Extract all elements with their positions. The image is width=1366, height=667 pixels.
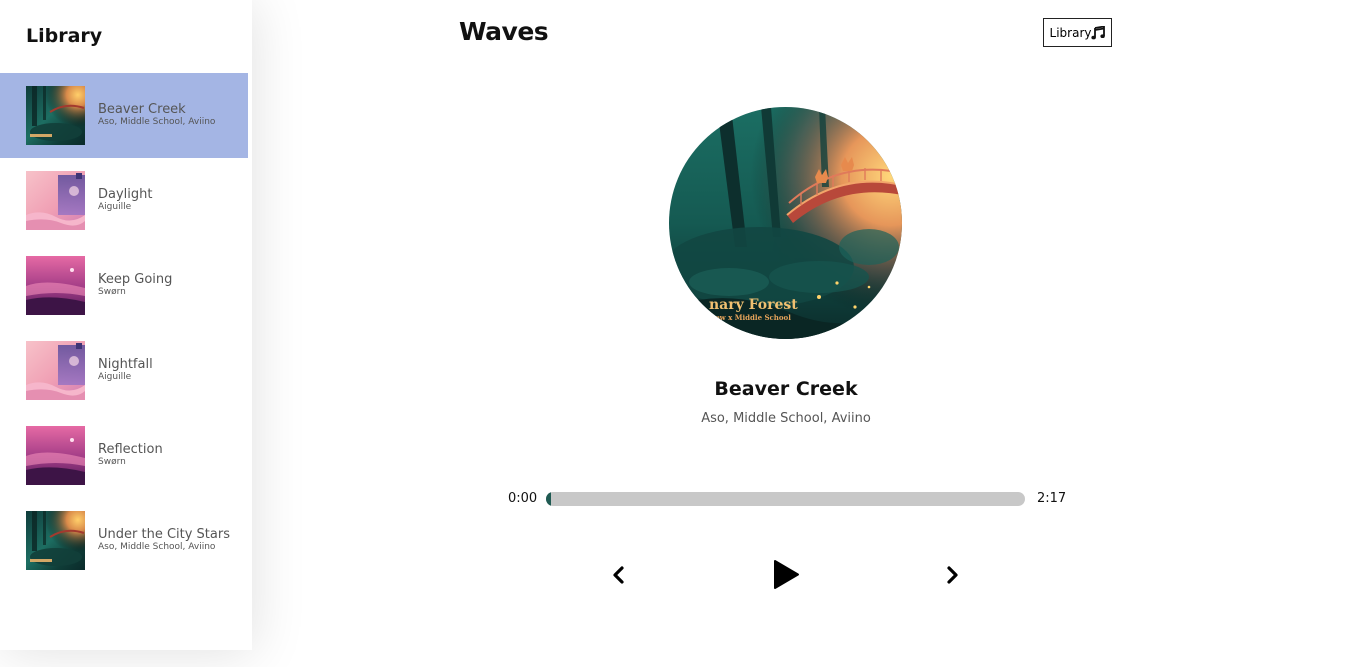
song-item-beaver-creek[interactable]: Beaver Creek Aso, Middle School, Aviino: [0, 73, 248, 158]
cover-title-text: nary Forest: [709, 297, 798, 313]
song-artist: Swørn: [98, 287, 126, 297]
song-item-under-the-city-stars[interactable]: Under the City Stars Aso, Middle School,…: [0, 498, 248, 583]
now-playing-cover: nary Forest illow x Middle School: [669, 107, 902, 339]
album-cover-magenta: [26, 426, 85, 485]
music-note-icon: [1091, 25, 1106, 39]
song-artist: Aiguille: [98, 202, 132, 212]
album-cover-pink: [26, 171, 85, 230]
song-title: Under the City Stars: [98, 527, 230, 542]
song-artist: Swørn: [98, 457, 126, 467]
library-heading: Library: [26, 25, 103, 47]
song-artist: Aso, Middle School, Aviino: [98, 117, 216, 127]
now-playing-title: Beaver Creek: [714, 378, 858, 400]
seek-bar-progress: [546, 492, 551, 506]
library-toggle-button[interactable]: Library: [1043, 18, 1112, 47]
song-title: Keep Going: [98, 272, 173, 287]
album-cover-forest: [26, 511, 85, 570]
play-icon[interactable]: [771, 559, 801, 590]
song-title: Reflection: [98, 442, 163, 457]
now-playing-artist: Aso, Middle School, Aviino: [701, 411, 871, 426]
duration: 2:17: [1037, 491, 1067, 506]
album-cover-magenta: [26, 256, 85, 315]
song-item-nightfall[interactable]: Nightfall Aiguille: [0, 328, 248, 413]
song-title: Nightfall: [98, 357, 153, 372]
library-panel: Library Beaver Creek Aso, Middle School,…: [0, 0, 252, 650]
song-artist: Aiguille: [98, 372, 132, 382]
song-artist: Aso, Middle School, Aviino: [98, 542, 216, 552]
library-button-label: Library: [1049, 25, 1092, 40]
app-title: Waves: [459, 17, 549, 46]
cover-subtitle-text: illow x Middle School: [707, 313, 791, 322]
song-title: Daylight: [98, 187, 153, 202]
album-cover-pink: [26, 341, 85, 400]
song-item-reflection[interactable]: Reflection Swørn: [0, 413, 248, 498]
song-item-keep-going[interactable]: Keep Going Swørn: [0, 243, 248, 328]
song-list: Beaver Creek Aso, Middle School, Aviino …: [0, 73, 248, 583]
current-time: 0:00: [508, 491, 538, 506]
chevron-left-icon[interactable]: [609, 565, 627, 585]
song-item-daylight[interactable]: Daylight Aiguille: [0, 158, 248, 243]
album-cover-forest: [26, 86, 85, 145]
song-title: Beaver Creek: [98, 102, 186, 117]
seek-bar[interactable]: [546, 492, 1025, 506]
chevron-right-icon[interactable]: [944, 565, 962, 585]
